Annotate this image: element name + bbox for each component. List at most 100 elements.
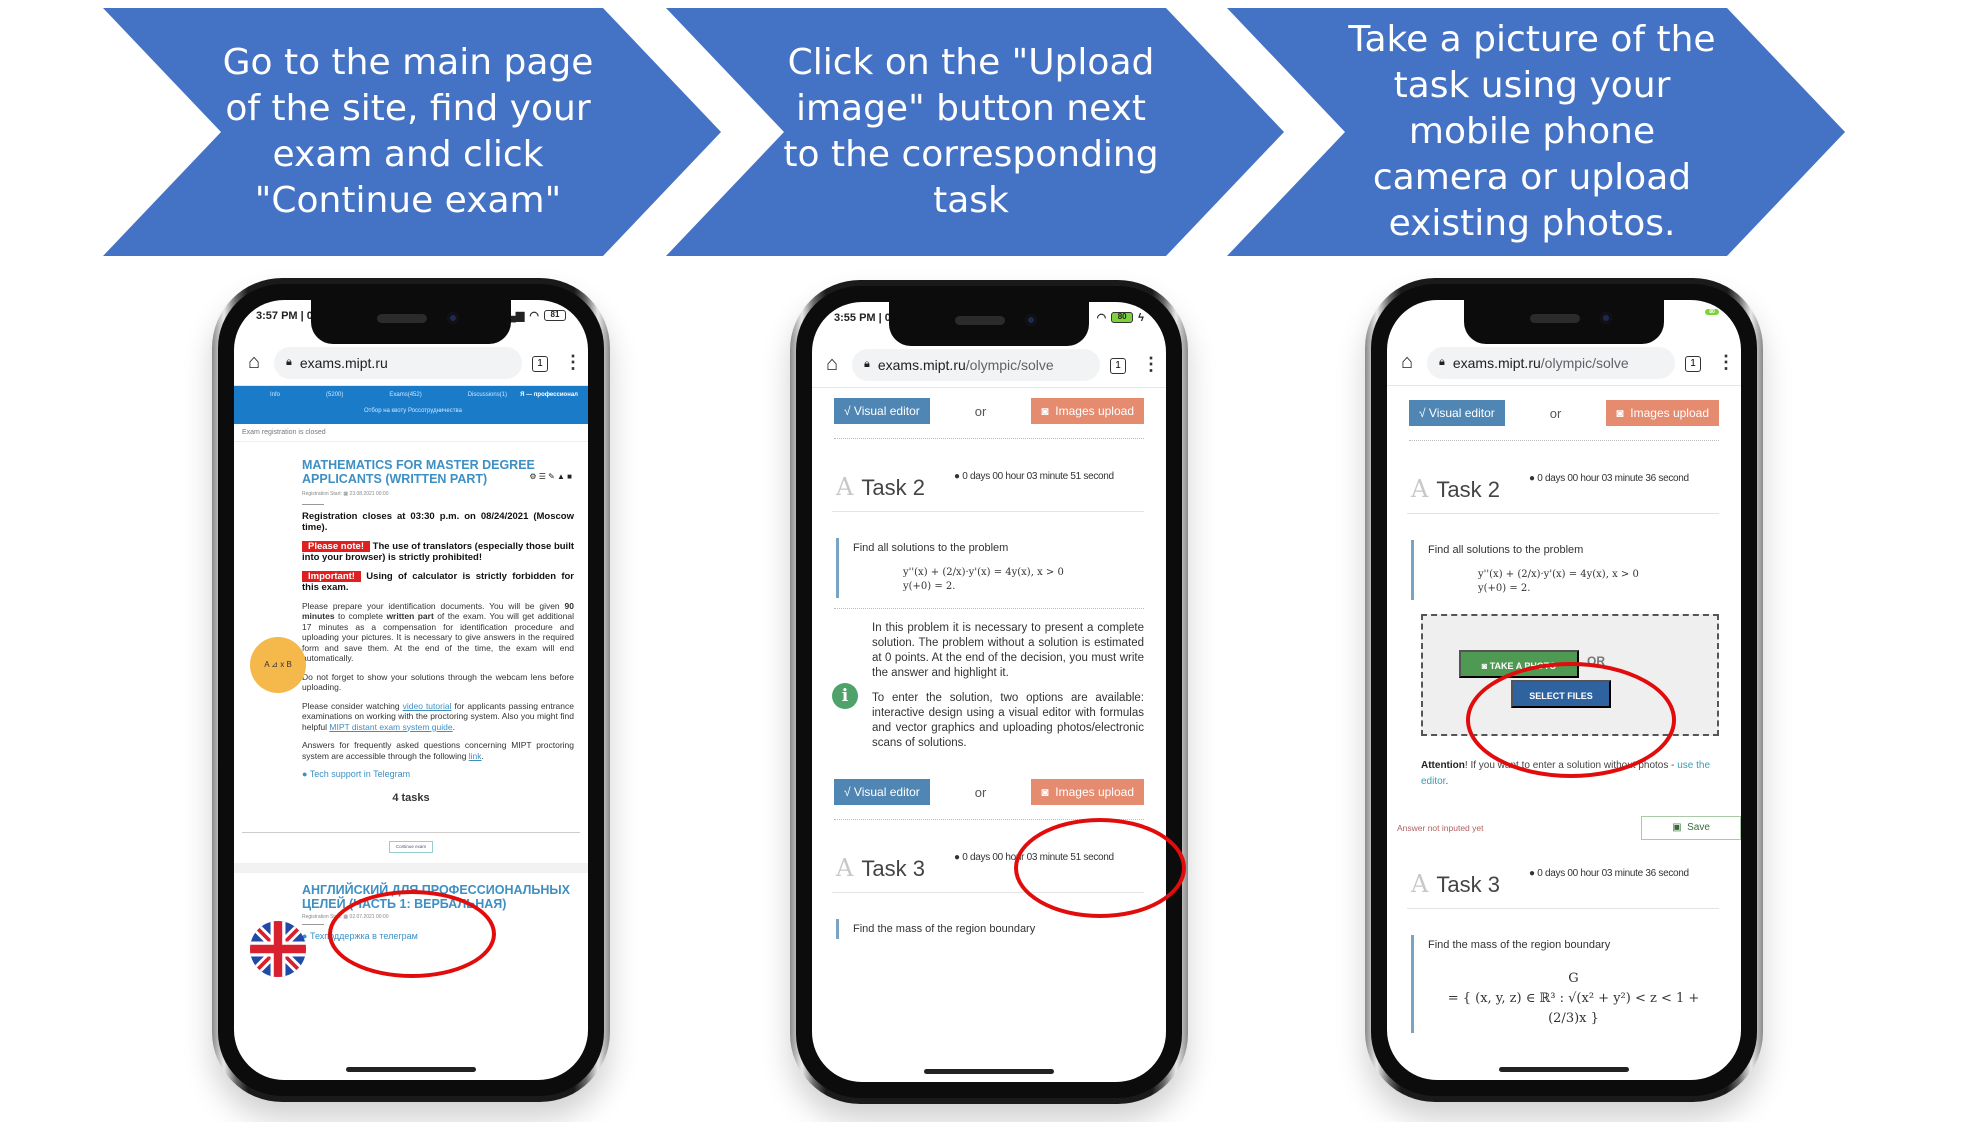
nav-item-exams[interactable]: Exams(452) <box>389 392 421 398</box>
wifi-icon: ◠ <box>529 310 539 322</box>
home-icon[interactable]: ⌂ <box>234 351 274 374</box>
images-upload-label: Images upload <box>1055 785 1134 799</box>
exam-title[interactable]: АНГЛИЙСКИЙ ДЛЯ ПРОФЕССИОНАЛЬНЫХ ЦЕЛЕЙ (Ч… <box>302 883 574 911</box>
more-menu-icon[interactable]: ⋮ <box>558 352 588 373</box>
save-label: Save <box>1687 822 1710 833</box>
images-upload-button[interactable]: ◙ Images upload <box>1031 779 1144 805</box>
or-label: OR <box>1587 654 1605 668</box>
task-title: Task 3 <box>861 856 925 881</box>
nav-item-discussions[interactable]: Discussions(1) <box>468 392 507 398</box>
home-icon[interactable]: ⌂ <box>812 353 852 376</box>
take-photo-button[interactable]: ◙ TAKE A PHOTO <box>1459 650 1579 678</box>
step-3-banner: Take a picture of the task using your mo… <box>1227 8 1845 256</box>
images-upload-button[interactable]: ◙ Images upload <box>1031 398 1144 424</box>
phone-mockup-task-page: 3:55 PM | 0. ◠ 80 ϟ ⌂ 🔒︎ exams.mipt.ru /… <box>790 280 1188 1104</box>
address-bar[interactable]: 🔒︎ exams.mipt.ru /olympic/solve <box>852 348 1100 381</box>
phone-notch <box>889 302 1089 346</box>
visual-editor-button[interactable]: √ Visual editor <box>834 398 930 424</box>
reg-date: 23.08.2021 00:00 <box>349 491 389 497</box>
equation-line: y(+0) = 2. <box>903 581 956 592</box>
task-question: Find all solutions to the problem <box>1428 544 1584 556</box>
save-button[interactable]: ▣ Save <box>1641 816 1741 840</box>
text: to complete <box>334 611 387 621</box>
lock-icon: 🔒︎ <box>1439 356 1445 368</box>
visual-editor-button[interactable]: √ Visual editor <box>1409 400 1505 426</box>
site-nav: Info (5200) Exams(452) Discussions(1) От… <box>234 386 588 424</box>
tab-switcher-button[interactable]: 1 <box>522 353 558 372</box>
answer-mode-row: √ Visual editor or ◙ Images upload <box>812 388 1166 434</box>
timer-value: 0 days 00 hour 03 minute 51 second <box>962 471 1114 482</box>
video-tutorial-link[interactable]: video tutorial <box>403 701 452 711</box>
answer-status: Answer not inputed yet <box>1397 823 1484 833</box>
more-menu-icon[interactable]: ⋮ <box>1711 352 1741 373</box>
tech-support-link[interactable]: ● Tech support in Telegram <box>302 769 574 780</box>
step-2-banner: Click on the "Upload image" button next … <box>666 8 1284 256</box>
task-icon: A <box>1411 870 1429 898</box>
tab-switcher-button[interactable]: 1 <box>1100 355 1136 374</box>
divider <box>834 608 1144 609</box>
text: . <box>481 750 484 761</box>
registration-start: Registration Start: ▦ 02.07.2021 00:00 <box>302 914 574 920</box>
url-path: /olympic/solve <box>965 356 1054 373</box>
url-host: exams.mipt.ru <box>299 354 388 371</box>
battery-icon: 80 <box>1111 312 1134 323</box>
select-files-button[interactable]: SELECT FILES <box>1511 680 1611 708</box>
formula-line: = { (x, y, z) ∈ ℝ³ : √(x² + y²) < z < 1 … <box>1447 991 1700 1026</box>
task-timer: ● 0 days 00 hour 03 minute 51 second <box>954 852 1114 863</box>
tab-switcher-button[interactable]: 1 <box>1675 353 1711 372</box>
telegram-icon: ● <box>302 769 308 779</box>
promo-banner[interactable]: Я — профессионал <box>520 392 578 398</box>
step-1-banner: Go to the main page of the site, find yo… <box>103 8 721 256</box>
floppy-icon: ▣ <box>1672 822 1682 833</box>
tech-support-link[interactable]: ● Техподдержка в телеграм <box>302 931 574 941</box>
home-icon[interactable]: ⌂ <box>1387 351 1427 374</box>
task-icon: A <box>1411 475 1429 503</box>
task-question: Find the mass of the region boundary <box>1428 939 1611 951</box>
tech-support-label: Tech support in Telegram <box>309 769 411 779</box>
nav-item-info[interactable]: Info <box>270 392 280 398</box>
formula-label: G <box>1568 971 1579 986</box>
tab-count: 1 <box>532 356 548 372</box>
more-menu-icon[interactable]: ⋮ <box>1136 354 1166 375</box>
faq-link[interactable]: link <box>469 751 482 761</box>
lock-icon: 🔒︎ <box>864 358 870 370</box>
info-paragraph: In this problem it is necessary to prese… <box>872 622 1144 679</box>
nav-subtitle[interactable]: Отбор на квоту Россотрудничества <box>364 408 462 414</box>
clock-icon: ● <box>1529 473 1535 484</box>
timer-value: 0 days 00 hour 03 minute 36 second <box>1537 473 1689 484</box>
registration-notice: Exam registration is closed <box>234 424 588 442</box>
tech-support-label: Техподдержка в телеграм <box>309 930 418 941</box>
address-bar[interactable]: 🔒︎ exams.mipt.ru /olympic/solve <box>1427 346 1675 379</box>
images-upload-button[interactable]: ◙ Images upload <box>1606 400 1719 426</box>
attention-text: ! If you want to enter a solution withou… <box>1464 760 1678 771</box>
tab-count: 1 <box>1685 356 1701 372</box>
tutorial-paragraph: Please consider watching video tutorial … <box>302 701 574 733</box>
battery-icon: 80 <box>1705 309 1719 315</box>
calendar-icon: ▦ <box>343 913 349 920</box>
task-formula: G = { (x, y, z) ∈ ℝ³ : √(x² + y²) < z < … <box>1428 969 1719 1029</box>
status-time: 3:57 PM | 0. <box>256 310 316 322</box>
attention-label: Attention <box>1421 760 1465 771</box>
continue-exam-button[interactable]: Continue exam <box>389 840 433 853</box>
phone-notch <box>1464 300 1664 344</box>
task-statement: Find the mass of the region boundary G =… <box>1411 935 1719 1033</box>
nav-item-users[interactable]: (5200) <box>326 392 343 398</box>
visual-editor-button[interactable]: √ Visual editor <box>834 779 930 805</box>
divider <box>834 819 1144 820</box>
or-label: or <box>974 403 987 419</box>
info-block: i In this problem it is necessary to pre… <box>832 621 1144 751</box>
please-note-badge: Please note! <box>302 540 370 552</box>
note-calculator: Important! Using of calculator is strict… <box>302 570 574 593</box>
address-bar[interactable]: 🔒︎ exams.mipt.ru <box>274 346 522 379</box>
url-host: exams.mipt.ru <box>877 356 966 373</box>
charging-icon: ϟ <box>1138 311 1144 324</box>
upload-dropzone[interactable]: ◙ TAKE A PHOTO OR SELECT FILES <box>1421 614 1719 736</box>
images-upload-label: Images upload <box>1055 404 1134 418</box>
uk-flag-icon <box>250 920 306 977</box>
step-2-text: Click on the "Upload image" button next … <box>783 42 1159 221</box>
task-equation: y''(x) + (2/x)·y'(x) = 4y(x), x > 0 y(+0… <box>903 566 1144 594</box>
exam-guide-link[interactable]: MIPT distant exam system guide <box>329 722 452 732</box>
lock-icon: 🔒︎ <box>286 356 292 368</box>
math-exam-icon: A ⊿ x B <box>250 637 306 693</box>
phone-notch <box>311 300 511 344</box>
